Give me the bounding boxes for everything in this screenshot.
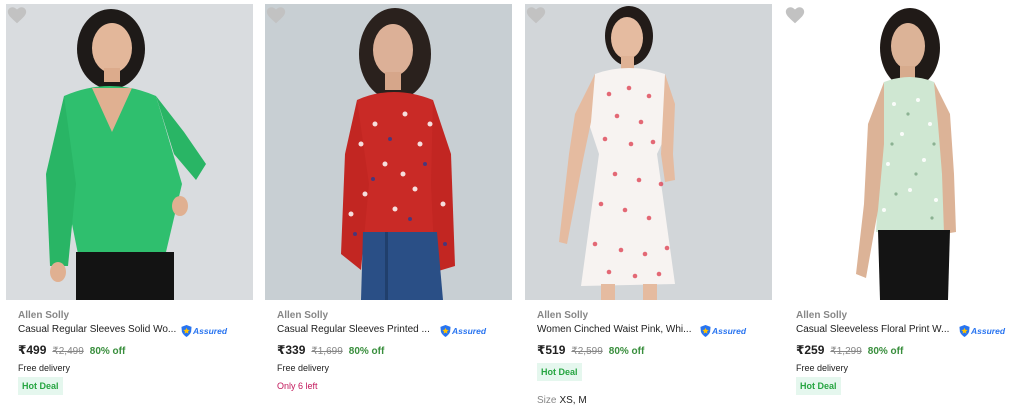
discount-percent: 80% off [89, 346, 126, 357]
selling-price: ₹499 [18, 343, 47, 357]
product-brand: Allen Solly [277, 310, 329, 321]
size-values: XS, M [559, 395, 587, 406]
wishlist-heart-icon[interactable] [6, 4, 28, 26]
hot-deal-badge: Hot Deal [537, 363, 582, 381]
product-image[interactable] [6, 4, 253, 300]
original-price: ₹2,599 [571, 346, 603, 357]
product-title-link[interactable]: Casual Regular Sleeves Solid Wo... [18, 324, 182, 335]
hot-deal-badge: Hot Deal [18, 377, 63, 395]
delivery-info: Free delivery [277, 363, 330, 373]
original-price: ₹1,699 [311, 346, 343, 357]
product-brand: Allen Solly [537, 310, 589, 321]
discount-percent: 80% off [867, 346, 904, 357]
assured-label: Assured [452, 325, 487, 336]
product-card[interactable]: Allen Solly Casual Regular Sleeves Print… [265, 0, 515, 402]
wishlist-heart-icon[interactable] [784, 4, 806, 26]
hot-deal-badge: Hot Deal [796, 377, 841, 395]
selling-price: ₹519 [537, 343, 566, 357]
original-price: ₹2,499 [52, 346, 84, 357]
product-brand: Allen Solly [18, 310, 70, 321]
delivery-info: Free delivery [18, 363, 71, 373]
product-title-link[interactable]: Casual Regular Sleeves Printed ... [277, 324, 441, 335]
assured-label: Assured [193, 325, 228, 336]
product-brand: Allen Solly [796, 310, 848, 321]
wishlist-heart-icon[interactable] [265, 4, 287, 26]
product-card[interactable]: Allen Solly Women Cinched Waist Pink, Wh… [525, 0, 775, 406]
assured-shield-icon [700, 324, 711, 337]
assured-shield-icon [959, 324, 970, 337]
assured-badge: Assured [181, 324, 227, 337]
assured-label: Assured [971, 325, 1006, 336]
size-label: Size [537, 395, 557, 406]
product-card[interactable]: Allen Solly Casual Regular Sleeves Solid… [6, 0, 256, 402]
product-title-link[interactable]: Casual Sleeveless Floral Print W... [796, 324, 960, 335]
delivery-info: Free delivery [796, 363, 849, 373]
product-card[interactable]: Allen Solly Casual Sleeveless Floral Pri… [784, 0, 1030, 402]
assured-label: Assured [712, 325, 747, 336]
assured-shield-icon [440, 324, 451, 337]
assured-shield-icon [181, 324, 192, 337]
wishlist-heart-icon[interactable] [525, 4, 547, 26]
selling-price: ₹259 [796, 343, 825, 357]
product-title-link[interactable]: Women Cinched Waist Pink, Whi... [537, 324, 701, 335]
size-availability: Size XS, M [537, 395, 587, 406]
original-price: ₹1,299 [830, 346, 862, 357]
assured-badge: Assured [700, 324, 746, 337]
discount-percent: 80% off [348, 346, 385, 357]
assured-badge: Assured [959, 324, 1005, 337]
stock-warning: Only 6 left [277, 381, 318, 391]
assured-badge: Assured [440, 324, 486, 337]
selling-price: ₹339 [277, 343, 306, 357]
product-image[interactable] [265, 4, 512, 300]
discount-percent: 80% off [608, 346, 645, 357]
product-image[interactable] [525, 4, 772, 300]
product-image[interactable] [784, 4, 1030, 300]
